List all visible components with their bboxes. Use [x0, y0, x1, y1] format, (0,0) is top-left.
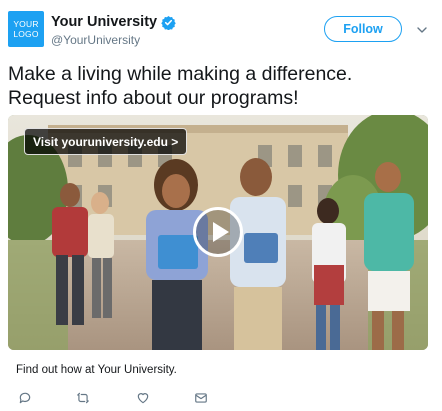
account-logo[interactable]: YOUR LOGO: [8, 11, 44, 47]
logo-line-1: YOUR: [13, 19, 39, 29]
tweet-text-line-1: Make a living while making a difference.: [8, 63, 353, 85]
account-names: Your University @YourUniversity: [51, 13, 176, 47]
logo-line-2: LOGO: [13, 29, 39, 39]
reply-icon[interactable]: [18, 391, 32, 405]
tweet-text: Make a living while making a difference.…: [8, 62, 434, 110]
play-button[interactable]: [193, 207, 243, 257]
envelope-icon[interactable]: [194, 391, 208, 405]
tweet-header: YOUR LOGO Your University @YourUniversit…: [8, 11, 434, 51]
card-caption[interactable]: Find out how at Your University.: [16, 364, 177, 376]
display-name[interactable]: Your University: [51, 14, 157, 30]
heart-icon[interactable]: [136, 391, 150, 405]
verified-badge-icon: [161, 15, 176, 30]
tweet-text-line-2: Request info about our programs!: [8, 87, 299, 109]
account-handle[interactable]: @YourUniversity: [51, 33, 176, 47]
display-name-row[interactable]: Your University: [51, 13, 176, 31]
retweet-icon[interactable]: [76, 391, 90, 405]
video-media[interactable]: Visit youruniversity.edu >: [8, 115, 428, 350]
tweet-actions: [18, 391, 218, 407]
visit-website-button[interactable]: Visit youruniversity.edu >: [24, 128, 188, 155]
play-icon: [212, 222, 229, 242]
follow-button[interactable]: Follow: [324, 16, 402, 42]
chevron-down-icon[interactable]: [417, 25, 427, 35]
